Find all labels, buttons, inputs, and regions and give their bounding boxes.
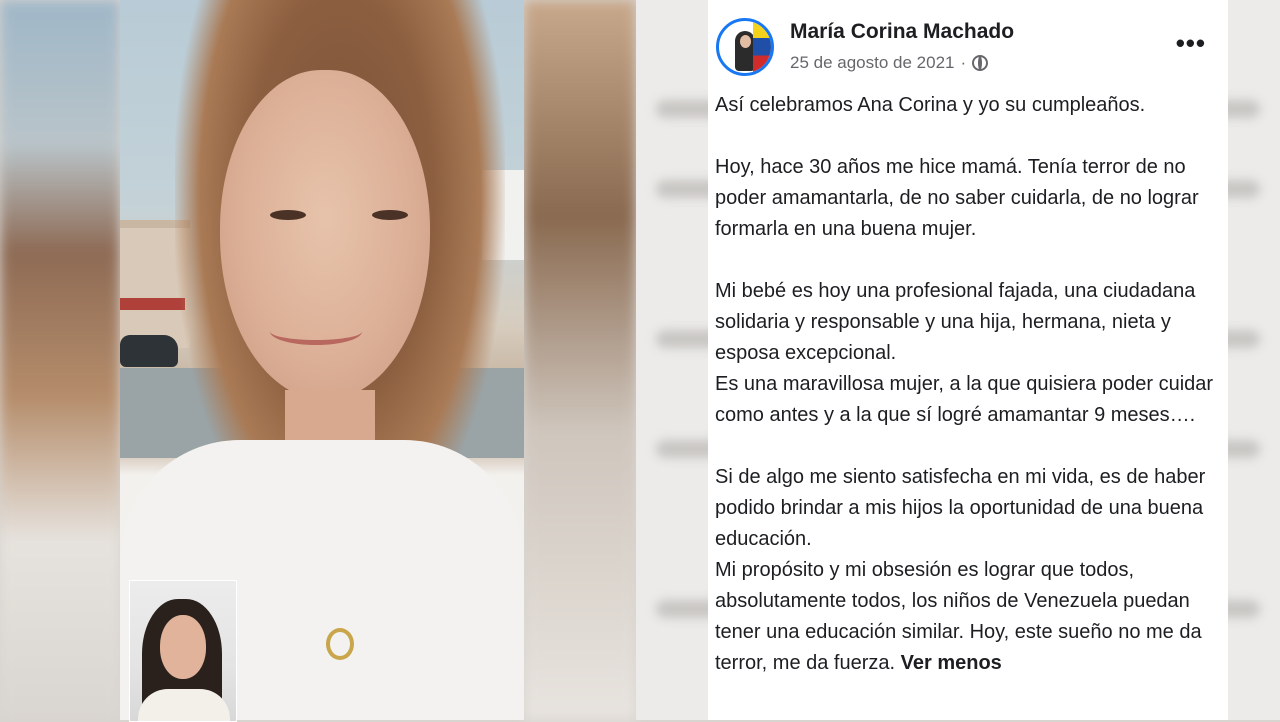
post-paragraph: Es una maravillosa mujer, a la que quisi…	[715, 373, 1214, 426]
post-paragraph: Mi bebé es hoy una profesional fajada, u…	[715, 280, 1196, 364]
see-less-link[interactable]: Ver menos	[901, 652, 1002, 674]
photo-car	[120, 335, 178, 367]
photo-smile	[270, 318, 362, 345]
post-text: Así celebramos Ana Corina y yo su cumple…	[715, 90, 1227, 679]
photo-face	[220, 70, 430, 400]
post-paragraph: Si de algo me siento satisfecha en mi vi…	[715, 466, 1206, 550]
blurred-background-left	[0, 0, 120, 720]
facebook-post-card: María Corina Machado 25 de agosto de 202…	[708, 0, 1228, 720]
pip-face	[160, 615, 206, 679]
post-meta: 25 de agosto de 2021 ·	[790, 53, 989, 73]
post-date[interactable]: 25 de agosto de 2021	[790, 53, 954, 73]
author-name[interactable]: María Corina Machado	[790, 20, 1014, 44]
blurred-background-middle	[524, 0, 636, 720]
post-paragraph-last: Mi propósito y mi obsesión es lograr que…	[715, 555, 1227, 679]
avatar-flag	[753, 21, 771, 73]
author-avatar[interactable]	[716, 18, 774, 76]
photo-pendant	[326, 628, 354, 660]
post-paragraph: Así celebramos Ana Corina y yo su cumple…	[715, 94, 1146, 116]
globe-icon	[972, 55, 989, 71]
avatar-face	[740, 35, 751, 48]
photo-eye	[372, 210, 408, 220]
post-paragraph: Hoy, hace 30 años me hice mamá. Tenía te…	[715, 156, 1199, 240]
meta-separator: ·	[960, 53, 967, 72]
pip-body	[138, 689, 230, 721]
more-options-icon[interactable]: •••	[1176, 30, 1206, 56]
picture-in-picture-thumbnail	[129, 580, 237, 722]
photo-eye	[270, 210, 306, 220]
